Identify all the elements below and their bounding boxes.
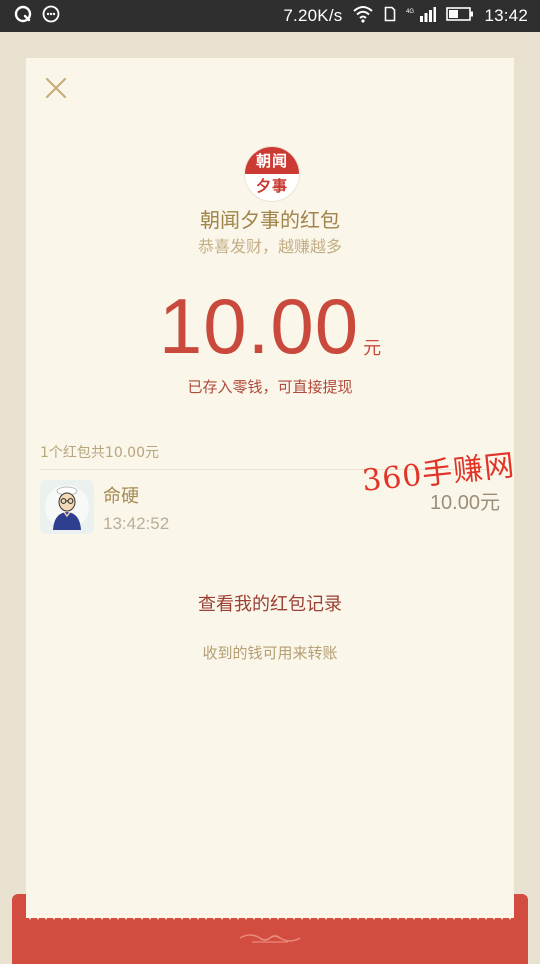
signal-icon: 4G [406,6,437,27]
status-bar: 7.20K/s 4G 13:42 [0,0,540,32]
chat-bubble-icon [42,5,60,28]
logo-top-text: 朝闻 [245,147,299,174]
logo-bottom-text: 夕事 [255,177,288,195]
deposit-note: 已存入零钱，可直接提现 [187,378,353,396]
amount-display: 10.00 元 [26,286,514,366]
close-icon [45,77,67,99]
receive-time: 13:42:52 [103,514,170,533]
sender-title: 朝闻夕事的红包 [200,208,340,232]
battery-icon [446,6,474,27]
avatar [40,480,94,534]
red-packet-detail-card: 朝闻 夕事 朝闻夕事的红包 恭喜发财，越赚越多 10.00 元 已存入零钱，可直… [26,58,517,918]
qq-icon [14,5,32,28]
amount-value: 10.00 [158,282,360,370]
close-button[interactable] [40,72,72,104]
clock: 13:42 [484,6,528,25]
view-records-link[interactable]: 查看我的红包记录 [26,590,514,616]
status-bar-left [0,5,60,28]
transfer-note: 收到的钱可用来转账 [202,644,338,662]
torn-edge [26,908,514,920]
envelope-clasp-icon [239,934,301,943]
wifi-icon [352,5,374,28]
greeting-message: 恭喜发财，越赚越多 [197,237,342,256]
receiver-name: 命硬 [103,486,139,507]
network-speed: 7.20K/s [283,6,343,25]
sim-card-icon [384,6,396,27]
packet-summary: 1个红包共10.00元 [40,445,159,461]
network-badge: 4G [406,9,414,15]
status-bar-right: 7.20K/s 4G 13:42 [283,5,540,28]
currency-unit: 元 [363,338,382,359]
sender-logo: 朝闻 夕事 [244,146,300,202]
